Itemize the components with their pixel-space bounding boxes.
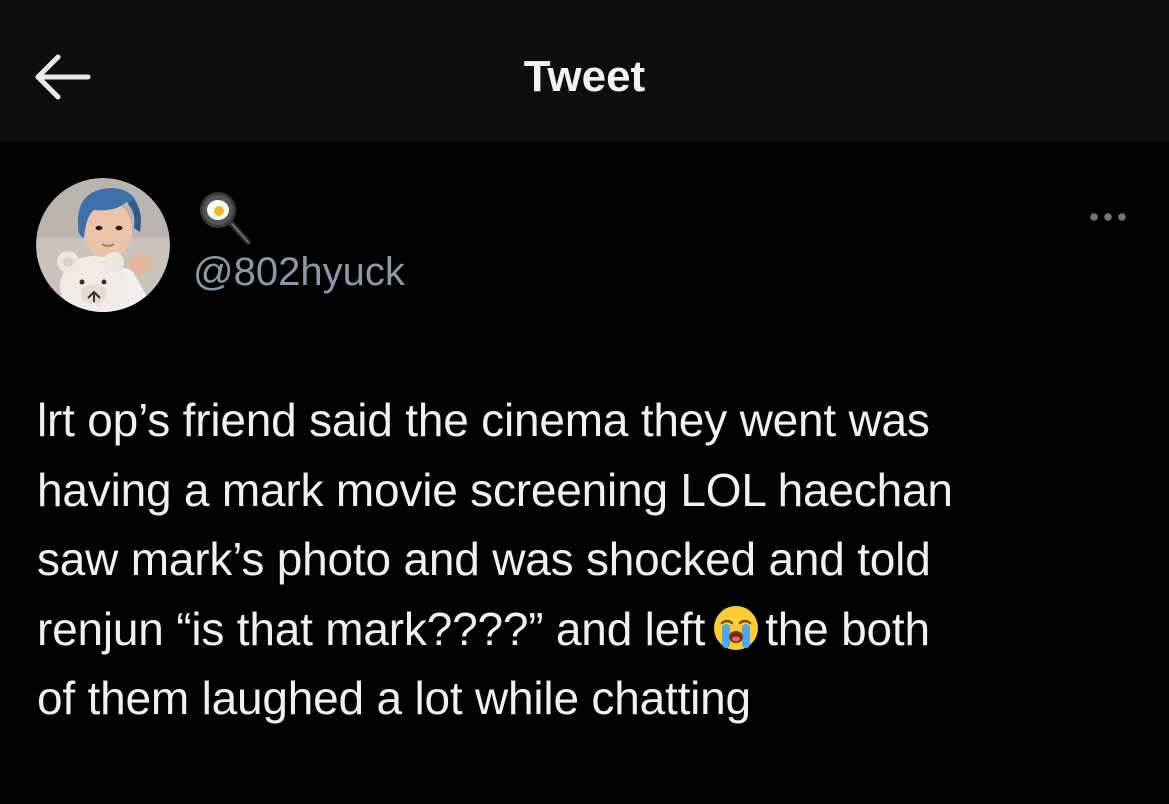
tweet-line-part: renjun “is that mark????” and left (37, 602, 706, 655)
loudly-crying-face-icon (714, 605, 759, 650)
author-handle[interactable]: @802hyuck (193, 248, 405, 296)
tweet-text: lrt op’s friend said the cinema they wen… (37, 386, 1147, 734)
avatar[interactable] (36, 178, 170, 312)
page-title: Tweet (523, 52, 646, 101)
tweet-line: having a mark movie screening LOL haecha… (37, 463, 953, 516)
tweet-line: of them laughed a lot while chatting (37, 672, 751, 724)
tweet-line: saw mark’s photo and was shocked and tol… (37, 533, 931, 585)
more-horizontal-icon (1090, 213, 1126, 221)
tweet-line-part: the both (765, 602, 930, 655)
more-button[interactable] (1080, 200, 1136, 234)
tweet-line: lrt op’s friend said the cinema they wen… (37, 394, 930, 446)
tweet-line-with-emoji: renjun “is that mark????” and left the bo… (37, 595, 1147, 665)
frying-pan-egg-icon (196, 190, 256, 246)
top-bar: Tweet (0, 0, 1169, 142)
avatar-image (36, 178, 170, 312)
